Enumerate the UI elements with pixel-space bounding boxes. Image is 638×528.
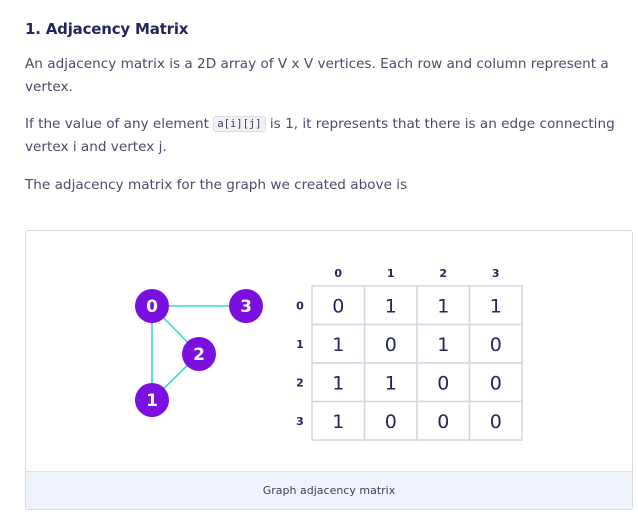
matrix-cell-value: 1	[332, 372, 344, 394]
matrix-row-header: 0	[296, 299, 304, 312]
matrix-cell-value: 0	[490, 372, 502, 394]
figure-caption-bar: Graph adjacency matrix	[26, 471, 632, 509]
paragraph-definition: An adjacency matrix is a 2D array of V x…	[25, 56, 609, 95]
matrix-cell-value: 0	[332, 295, 344, 317]
paragraph-text-before: If the value of any element	[25, 116, 214, 132]
matrix-cell-value: 0	[437, 411, 449, 433]
matrix-column-header: 0	[334, 267, 342, 280]
previous-text-fragment	[25, 0, 345, 1]
graph-node-label: 1	[146, 391, 158, 411]
matrix-row-header: 1	[296, 338, 304, 351]
matrix-column-header: 3	[492, 267, 500, 280]
matrix-cell-value: 0	[385, 411, 397, 433]
graph-node-label: 0	[146, 297, 158, 317]
matrix-cell-value: 1	[490, 295, 502, 317]
matrix-cell-value: 1	[332, 411, 344, 433]
matrix-cell-value: 1	[437, 334, 449, 356]
matrix-column-header: 1	[387, 267, 395, 280]
matrix-cell-value: 0	[490, 334, 502, 356]
graph-node-label: 2	[193, 345, 205, 365]
matrix-cell-value: 1	[332, 334, 344, 356]
matrix-row-header: 2	[296, 376, 304, 389]
matrix-cell-value: 0	[437, 372, 449, 394]
figure-illustration: 0 1 2 3 0 1 2 3 0 1 2 3 0 1 1 1 1 0 1 0 1 1 0 0 1 0 0 0	[135, 267, 523, 441]
paragraph-intro-figure: The adjacency matrix for the graph we cr…	[25, 177, 408, 193]
matrix-cell-value: 0	[385, 334, 397, 356]
matrix-row-header: 3	[296, 415, 304, 428]
adjacency-matrix-figure: 0 1 2 3 0 1 2 3 0 1 2 3 0 1 1 1 1 0 1 0 1 1 0 0 1 0 0 0 Graph adja…	[25, 230, 633, 510]
matrix-cell-value: 1	[437, 295, 449, 317]
adjacency-matrix-table: 0 1 2 3 0 1 2 3 0 1 1 1 1 0 1 0 1 1 0 0 1 0 0 0	[296, 267, 523, 441]
figure-caption: Graph adjacency matrix	[262, 484, 396, 497]
matrix-cell-value: 1	[385, 372, 397, 394]
section-title: 1. Adjacency Matrix	[25, 20, 189, 38]
inline-code: a[i][j]	[213, 116, 266, 132]
matrix-column-header: 2	[439, 267, 447, 280]
graph-node-label: 3	[240, 297, 252, 317]
paragraph-element-meaning: If the value of any element a[i][j] is 1…	[25, 113, 615, 159]
graph-diagram: 0 1 2 3	[135, 289, 263, 417]
matrix-cell-value: 0	[490, 411, 502, 433]
matrix-cell-value: 1	[385, 295, 397, 317]
